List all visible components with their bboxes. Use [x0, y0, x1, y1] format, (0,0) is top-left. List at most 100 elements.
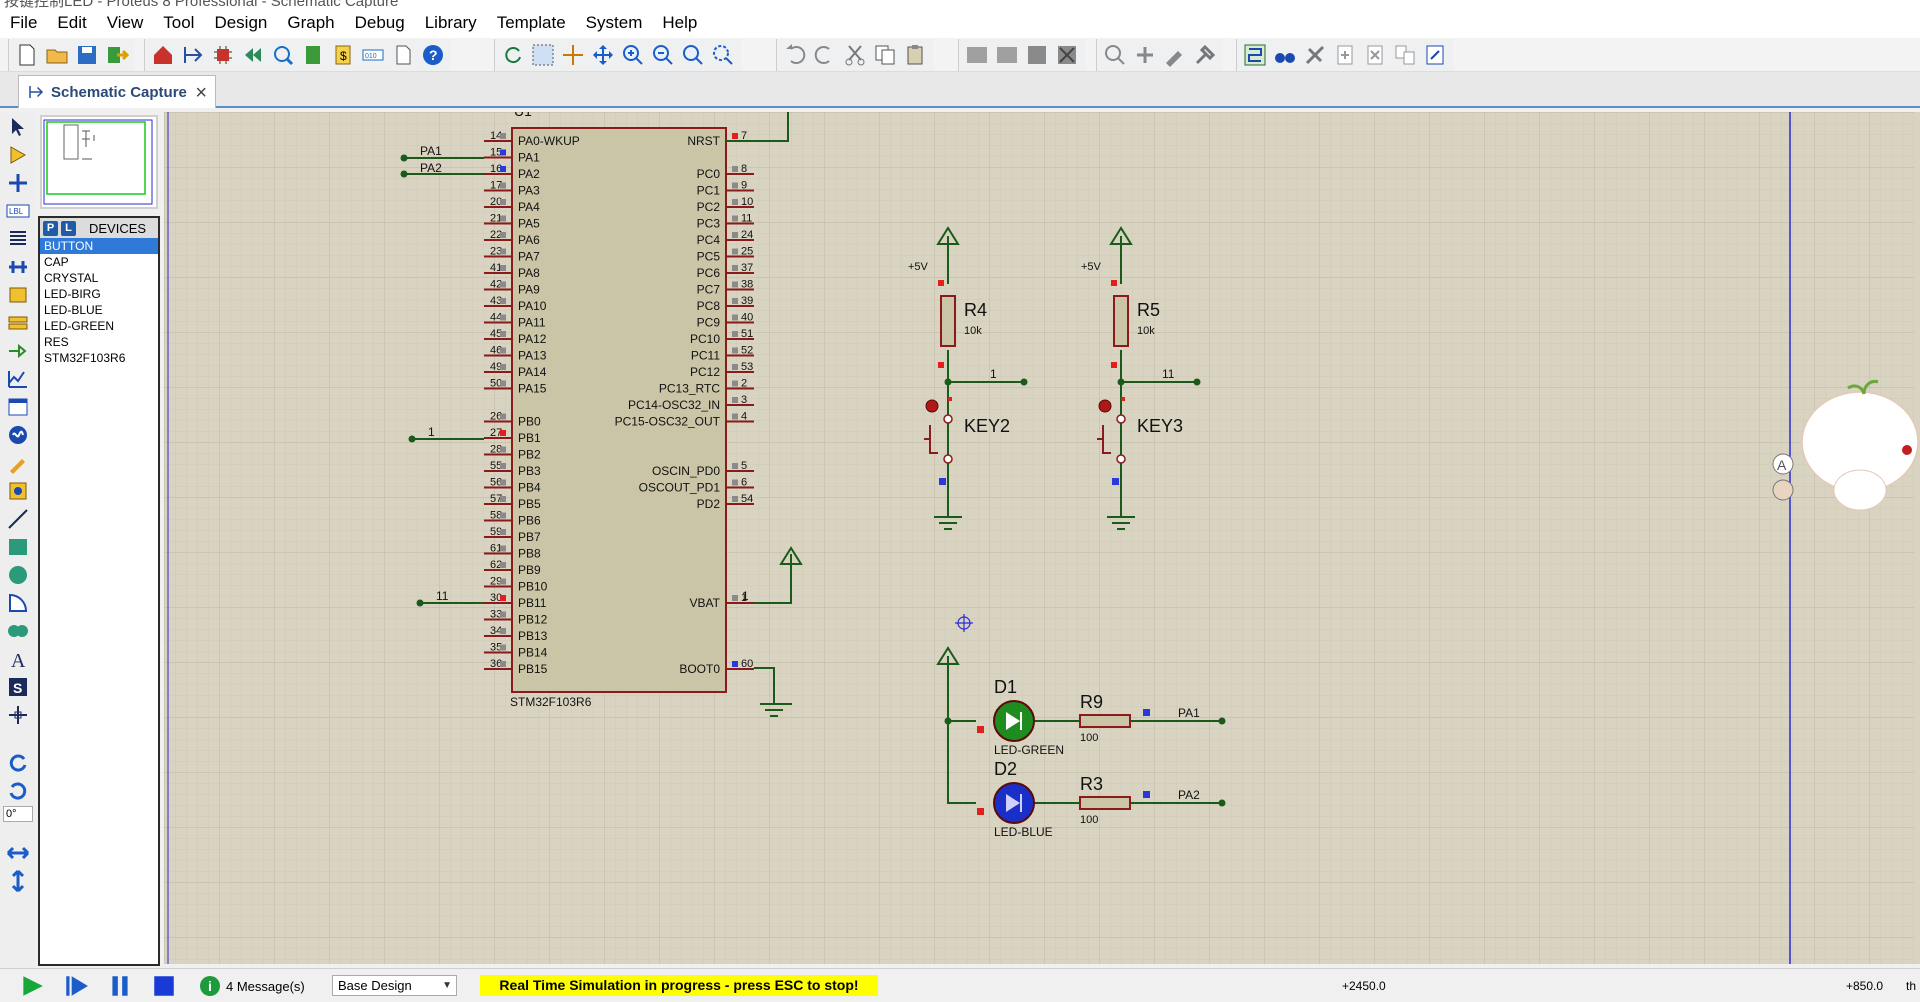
device-item-crystal[interactable]: CRYSTAL: [40, 270, 158, 286]
mirror-x-button[interactable]: [3, 840, 33, 866]
rotate-anticlockwise-button[interactable]: [3, 778, 33, 804]
block-move-button[interactable]: [993, 41, 1021, 69]
device-item-led-blue[interactable]: LED-BLUE: [40, 302, 158, 318]
text-mode-button[interactable]: A: [3, 646, 33, 672]
menu-debug[interactable]: Debug: [345, 13, 415, 33]
circle-mode-button[interactable]: [3, 562, 33, 588]
overview-window[interactable]: [40, 115, 158, 209]
menu-graph[interactable]: Graph: [277, 13, 344, 33]
decompose-button[interactable]: [1191, 41, 1219, 69]
key3-actuator[interactable]: [1098, 399, 1112, 413]
tape-recorder-mode-button[interactable]: [3, 394, 33, 420]
device-item-res[interactable]: RES: [40, 334, 158, 350]
tab-schematic-capture[interactable]: Schematic Capture ×: [18, 75, 216, 108]
menu-edit[interactable]: Edit: [47, 13, 96, 33]
schematic-drawing[interactable]: U1 STM32F103R6 14PA0-WKUP15PA116PA217PA3…: [164, 112, 1920, 964]
bill-of-materials-button[interactable]: $: [329, 41, 357, 69]
step-button[interactable]: [62, 973, 90, 999]
gerber-button[interactable]: [269, 41, 297, 69]
menu-design[interactable]: Design: [204, 13, 277, 33]
path-mode-button[interactable]: [3, 618, 33, 644]
device-item-led-green[interactable]: LED-GREEN: [40, 318, 158, 334]
block-delete-button[interactable]: [1053, 41, 1081, 69]
design-explorer-button[interactable]: [299, 41, 327, 69]
menu-template[interactable]: Template: [487, 13, 576, 33]
menu-file[interactable]: File: [0, 13, 47, 33]
open-file-button[interactable]: [43, 41, 71, 69]
home-button[interactable]: [149, 41, 177, 69]
device-item-led-birg[interactable]: LED-BIRG: [40, 286, 158, 302]
wire-label-mode-button[interactable]: LBL: [3, 198, 33, 224]
zoom-in-button[interactable]: [619, 41, 647, 69]
refresh-button[interactable]: [499, 41, 527, 69]
zoom-out-button[interactable]: [649, 41, 677, 69]
new-sheet-button[interactable]: [1331, 41, 1359, 69]
pick-parts-button[interactable]: [1101, 41, 1129, 69]
toggle-grid-button[interactable]: [529, 41, 557, 69]
schematic-button[interactable]: [179, 41, 207, 69]
block-copy-button[interactable]: [963, 41, 991, 69]
undo-button[interactable]: [781, 41, 809, 69]
key2-actuator[interactable]: [925, 399, 939, 413]
component-mode-button[interactable]: [3, 142, 33, 168]
probe-mode-button[interactable]: [3, 450, 33, 476]
3d-viewer-button[interactable]: [239, 41, 267, 69]
redo-button[interactable]: [811, 41, 839, 69]
play-button[interactable]: [18, 973, 46, 999]
copy-button[interactable]: [871, 41, 899, 69]
menu-tool[interactable]: Tool: [153, 13, 204, 33]
help-button[interactable]: ?: [419, 41, 447, 69]
device-item-stm32f103r6[interactable]: STM32F103R6: [40, 350, 158, 366]
import-button[interactable]: [103, 41, 131, 69]
package-tool-button[interactable]: [1161, 41, 1189, 69]
generator-mode-button[interactable]: [3, 422, 33, 448]
device-item-cap[interactable]: CAP: [40, 254, 158, 270]
arc-mode-button[interactable]: [3, 590, 33, 616]
pick-devices-button[interactable]: P: [43, 220, 58, 236]
origin-button[interactable]: [559, 41, 587, 69]
messages-indicator[interactable]: i 4 Message(s): [200, 975, 305, 997]
pan-button[interactable]: [589, 41, 617, 69]
menu-help[interactable]: Help: [652, 13, 707, 33]
zoom-all-button[interactable]: [679, 41, 707, 69]
box-mode-button[interactable]: [3, 534, 33, 560]
rotate-clockwise-button[interactable]: [3, 750, 33, 776]
subcircuit-mode-button[interactable]: [3, 282, 33, 308]
library-manager-button[interactable]: L: [61, 220, 76, 236]
line-mode-button[interactable]: [3, 506, 33, 532]
cut-button[interactable]: [841, 41, 869, 69]
electrical-rule-check-button[interactable]: [1421, 41, 1449, 69]
pause-button[interactable]: [106, 973, 134, 999]
menu-library[interactable]: Library: [415, 13, 487, 33]
terminals-mode-button[interactable]: [3, 310, 33, 336]
mcu-u1[interactable]: U1 STM32F103R6 14PA0-WKUP15PA116PA217PA3…: [484, 112, 754, 709]
marker-mode-button[interactable]: [3, 702, 33, 728]
paste-button[interactable]: [901, 41, 929, 69]
device-pins-mode-button[interactable]: [3, 338, 33, 364]
wire-autorouter-button[interactable]: [1241, 41, 1269, 69]
device-item-button[interactable]: BUTTON: [40, 238, 158, 254]
schematic-canvas[interactable]: U1 STM32F103R6 14PA0-WKUP15PA116PA217PA3…: [164, 112, 1920, 964]
goto-sheet-button[interactable]: [1391, 41, 1419, 69]
save-button[interactable]: [73, 41, 101, 69]
source-code-button[interactable]: 010: [359, 41, 387, 69]
property-assignment-button[interactable]: [1301, 41, 1329, 69]
close-tab-icon[interactable]: ×: [195, 82, 207, 105]
rotation-angle-field[interactable]: 0°: [3, 806, 33, 822]
menu-view[interactable]: View: [97, 13, 154, 33]
remove-sheet-button[interactable]: [1361, 41, 1389, 69]
mirror-y-button[interactable]: [3, 868, 33, 894]
graph-mode-button[interactable]: [3, 366, 33, 392]
make-device-button[interactable]: [1131, 41, 1159, 69]
symbol-mode-button[interactable]: S: [3, 674, 33, 700]
buses-mode-button[interactable]: [3, 254, 33, 280]
text-script-mode-button[interactable]: [3, 226, 33, 252]
menu-system[interactable]: System: [576, 13, 653, 33]
search-tag-button[interactable]: [1271, 41, 1299, 69]
junction-mode-button[interactable]: [3, 170, 33, 196]
new-file-button[interactable]: [13, 41, 41, 69]
stop-button[interactable]: [150, 973, 178, 999]
design-variant-select[interactable]: Base Design ▼: [332, 975, 457, 996]
zoom-area-button[interactable]: [709, 41, 737, 69]
instruments-mode-button[interactable]: [3, 478, 33, 504]
